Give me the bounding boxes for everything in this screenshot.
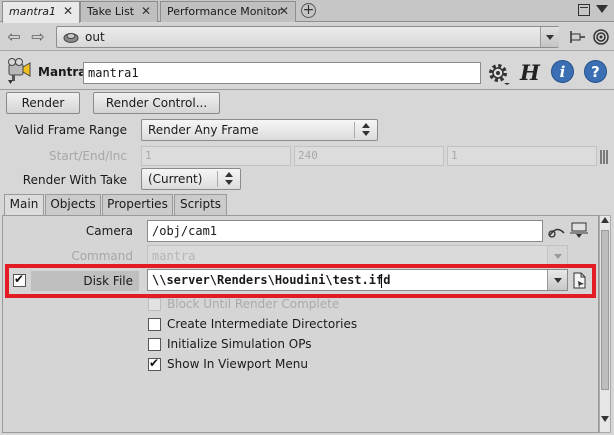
up-down-arrows-icon xyxy=(359,122,373,138)
info-icon[interactable]: i xyxy=(551,60,574,83)
render-with-take-value: (Current) xyxy=(148,172,203,186)
block-until-render-complete-label: Block Until Render Complete xyxy=(167,297,340,311)
valid-frame-range-value: Render Any Frame xyxy=(148,123,259,137)
show-in-viewport-menu-label: Show In Viewport Menu xyxy=(167,357,308,371)
close-icon[interactable]: ✕ xyxy=(279,2,289,21)
divider xyxy=(354,122,355,138)
tab-main[interactable]: Main xyxy=(4,194,44,216)
add-tab-icon[interactable]: + xyxy=(301,3,316,18)
camera-chooser-icon[interactable] xyxy=(570,220,588,242)
resize-grip-icon[interactable] xyxy=(600,150,609,164)
link-spiral-icon[interactable] xyxy=(592,28,610,46)
render-control-button[interactable]: Render Control... xyxy=(93,92,220,114)
initialize-simulation-ops-checkbox[interactable] xyxy=(148,338,161,351)
node-name-input[interactable]: mantra1 xyxy=(83,62,481,84)
up-down-arrows-icon xyxy=(222,171,236,187)
end-frame-field: 240 xyxy=(294,146,444,166)
help-icon[interactable]: ? xyxy=(584,60,607,83)
tab-mantra1[interactable]: mantra1 ✕ xyxy=(2,1,80,23)
command-dropdown-button xyxy=(547,246,567,266)
render-with-take-menu[interactable]: (Current) xyxy=(141,168,241,190)
scrollbar-thumb[interactable] xyxy=(601,230,609,390)
start-frame-field: 1 xyxy=(141,146,291,166)
houdini-menu-icon[interactable]: H xyxy=(520,60,540,85)
tab-scripts[interactable]: Scripts xyxy=(174,194,227,215)
create-intermediate-directories-label: Create Intermediate Directories xyxy=(167,317,358,331)
forward-arrow-icon[interactable]: ⇨ xyxy=(30,29,46,45)
node-header: Mantra mantra1 H i ? xyxy=(0,53,614,89)
render-button[interactable]: Render xyxy=(6,92,80,114)
camera-operator-chooser-icon[interactable] xyxy=(548,223,566,239)
close-icon[interactable]: ✕ xyxy=(63,2,73,21)
disk-file-highlight xyxy=(5,264,596,298)
pane-tab-bar: mantra1 ✕ Take List ✕ Performance Monito… xyxy=(0,0,614,23)
block-until-render-complete-checkbox xyxy=(148,298,161,311)
path-bar: ⇦ ⇨ out xyxy=(0,23,614,51)
tab-properties[interactable]: Properties xyxy=(102,194,173,215)
pane-menu-icon[interactable] xyxy=(596,5,608,13)
pin-icon[interactable] xyxy=(568,28,586,46)
tab-performance-monitor[interactable]: Performance Monitor ✕ xyxy=(160,1,296,22)
camera-label: Camera xyxy=(85,224,133,238)
show-in-viewport-menu-checkbox[interactable] xyxy=(148,356,161,371)
divider xyxy=(0,89,614,90)
tab-label: Performance Monitor xyxy=(167,5,283,18)
gear-icon[interactable] xyxy=(486,61,510,85)
restore-pane-icon[interactable] xyxy=(578,4,590,16)
camera-field[interactable]: /obj/cam1 xyxy=(147,220,543,242)
scroll-down-arrow-icon[interactable] xyxy=(601,416,609,422)
start-end-inc-label: Start/End/Inc xyxy=(49,149,127,163)
tab-label: mantra1 xyxy=(9,5,57,18)
create-intermediate-directories-checkbox[interactable] xyxy=(148,318,161,331)
path-dropdown-button[interactable] xyxy=(540,27,559,47)
tab-take-list[interactable]: Take List ✕ xyxy=(80,1,158,22)
command-label: Command xyxy=(71,249,133,263)
valid-frame-range-label: Valid Frame Range xyxy=(15,123,127,137)
vertical-scrollbar[interactable] xyxy=(599,215,611,433)
tab-objects[interactable]: Objects xyxy=(45,194,101,215)
render-with-take-label: Render With Take xyxy=(22,173,127,187)
tab-label: Take List xyxy=(87,5,135,18)
back-arrow-icon[interactable]: ⇦ xyxy=(6,29,22,45)
divider xyxy=(217,171,218,187)
network-path-field[interactable]: out xyxy=(56,26,559,48)
scroll-up-arrow-icon[interactable] xyxy=(601,217,609,223)
valid-frame-range-menu[interactable]: Render Any Frame xyxy=(141,119,378,141)
mantra-node-icon xyxy=(8,58,31,84)
path-text: out xyxy=(85,30,105,44)
output-network-icon xyxy=(63,33,79,43)
node-type-label: Mantra xyxy=(38,65,87,79)
command-value: mantra xyxy=(152,249,196,263)
initialize-simulation-ops-label: Initialize Simulation OPs xyxy=(167,337,312,351)
increment-field: 1 xyxy=(447,146,597,166)
close-icon[interactable]: ✕ xyxy=(141,2,151,21)
